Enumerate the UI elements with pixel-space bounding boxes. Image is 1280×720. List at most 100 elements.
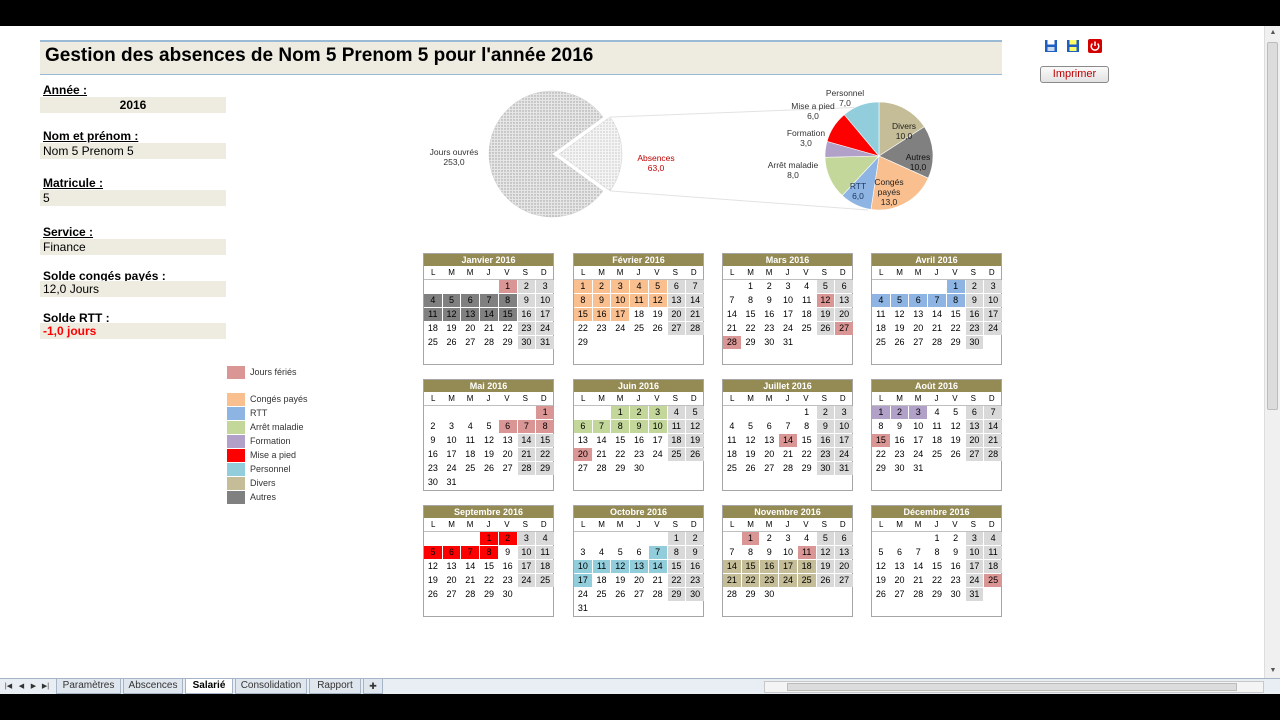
day-cell[interactable]: 24 xyxy=(649,448,667,461)
day-cell[interactable]: 24 xyxy=(443,462,461,475)
day-cell[interactable]: 30 xyxy=(686,588,704,601)
day-cell[interactable]: 23 xyxy=(816,448,835,461)
sheet-tab-parametres[interactable]: Paramètres xyxy=(56,679,121,694)
last-sheet-icon[interactable]: ▶| xyxy=(41,682,50,691)
day-cell[interactable]: 2 xyxy=(760,532,778,545)
day-cell[interactable]: 12 xyxy=(872,560,890,573)
day-cell[interactable]: 23 xyxy=(891,448,909,461)
day-cell[interactable]: 25 xyxy=(593,588,611,601)
day-cell[interactable]: 25 xyxy=(872,336,890,349)
day-cell[interactable]: 10 xyxy=(611,294,630,307)
day-cell[interactable]: 24 xyxy=(611,322,629,335)
day-cell[interactable]: 18 xyxy=(798,308,816,321)
day-cell[interactable]: 11 xyxy=(630,294,648,307)
day-cell[interactable]: 20 xyxy=(667,308,686,321)
day-cell[interactable]: 12 xyxy=(816,546,835,559)
day-cell[interactable]: 16 xyxy=(891,434,909,447)
day-cell[interactable]: 3 xyxy=(574,546,592,559)
scroll-up-icon[interactable]: ▲ xyxy=(1265,26,1280,40)
day-cell[interactable]: 29 xyxy=(536,462,554,475)
day-cell[interactable]: 29 xyxy=(742,336,760,349)
day-cell[interactable]: 5 xyxy=(742,420,760,433)
day-cell[interactable]: 17 xyxy=(965,560,984,573)
day-cell[interactable]: 30 xyxy=(630,462,648,475)
day-cell[interactable]: 9 xyxy=(760,546,778,559)
day-cell[interactable]: 11 xyxy=(461,434,479,447)
day-cell[interactable]: 7 xyxy=(928,294,946,307)
day-cell[interactable]: 3 xyxy=(517,532,536,545)
day-cell[interactable]: 28 xyxy=(928,336,946,349)
day-cell[interactable]: 25 xyxy=(928,448,946,461)
day-cell[interactable]: 13 xyxy=(574,434,592,447)
day-cell[interactable]: 8 xyxy=(611,420,630,433)
day-cell[interactable]: 1 xyxy=(928,532,946,545)
day-cell[interactable]: 19 xyxy=(816,560,835,573)
day-cell[interactable]: 8 xyxy=(872,420,890,433)
day-cell[interactable]: 12 xyxy=(891,308,909,321)
day-cell[interactable]: 9 xyxy=(947,546,965,559)
day-cell[interactable]: 20 xyxy=(835,560,853,573)
day-cell[interactable]: 18 xyxy=(630,308,648,321)
day-cell[interactable]: 16 xyxy=(686,560,704,573)
day-cell[interactable]: 1 xyxy=(798,406,816,419)
day-cell[interactable]: 6 xyxy=(835,532,853,545)
day-cell[interactable]: 26 xyxy=(686,448,704,461)
day-cell[interactable]: 4 xyxy=(928,406,946,419)
day-cell[interactable]: 2 xyxy=(424,420,442,433)
day-cell[interactable]: 6 xyxy=(574,420,592,433)
day-cell[interactable]: 28 xyxy=(593,462,611,475)
day-cell[interactable]: 8 xyxy=(480,546,498,559)
day-cell[interactable]: 15 xyxy=(947,308,965,321)
next-sheet-icon[interactable]: ▶ xyxy=(29,682,38,691)
day-cell[interactable]: 8 xyxy=(928,546,946,559)
day-cell[interactable]: 20 xyxy=(965,434,984,447)
day-cell[interactable]: 3 xyxy=(648,406,667,419)
day-cell[interactable]: 11 xyxy=(723,434,741,447)
day-cell[interactable]: 16 xyxy=(424,448,442,461)
day-cell[interactable]: 30 xyxy=(891,462,909,475)
day-cell[interactable]: 4 xyxy=(536,532,554,545)
day-cell[interactable]: 2 xyxy=(592,280,611,293)
day-cell[interactable]: 15 xyxy=(480,560,498,573)
day-cell[interactable]: 27 xyxy=(461,336,479,349)
day-cell[interactable]: 6 xyxy=(461,294,480,307)
day-cell[interactable]: 5 xyxy=(442,294,461,307)
day-cell[interactable]: 15 xyxy=(536,434,554,447)
day-cell[interactable]: 23 xyxy=(686,574,704,587)
day-cell[interactable]: 28 xyxy=(517,462,536,475)
day-cell[interactable]: 23 xyxy=(947,574,965,587)
day-cell[interactable]: 6 xyxy=(442,546,461,559)
day-cell[interactable]: 19 xyxy=(891,322,909,335)
day-cell[interactable]: 28 xyxy=(480,336,498,349)
hscroll-thumb[interactable] xyxy=(787,683,1237,691)
day-cell[interactable]: 25 xyxy=(984,574,1002,587)
day-cell[interactable]: 28 xyxy=(649,588,667,601)
day-cell[interactable]: 23 xyxy=(760,574,779,587)
day-cell[interactable]: 2 xyxy=(890,406,909,419)
day-cell[interactable]: 30 xyxy=(947,588,965,601)
day-cell[interactable]: 16 xyxy=(760,560,779,573)
day-cell[interactable]: 3 xyxy=(779,280,797,293)
day-cell[interactable]: 12 xyxy=(947,420,965,433)
day-cell[interactable]: 11 xyxy=(928,420,946,433)
day-cell[interactable]: 14 xyxy=(517,434,536,447)
day-cell[interactable]: 15 xyxy=(798,434,816,447)
day-cell[interactable]: 20 xyxy=(499,448,517,461)
day-cell[interactable]: 11 xyxy=(797,546,816,559)
day-cell[interactable]: 22 xyxy=(742,322,760,335)
day-cell[interactable]: 13 xyxy=(667,294,686,307)
insert-sheet-icon[interactable]: ✚ xyxy=(363,679,383,694)
day-cell[interactable]: 15 xyxy=(872,434,890,447)
day-cell[interactable]: 16 xyxy=(517,308,536,321)
day-cell[interactable]: 2 xyxy=(816,406,835,419)
day-cell[interactable]: 11 xyxy=(798,294,816,307)
day-cell[interactable]: 22 xyxy=(480,574,498,587)
day-cell[interactable]: 22 xyxy=(499,322,517,335)
day-cell[interactable]: 14 xyxy=(461,560,479,573)
day-cell[interactable]: 13 xyxy=(835,546,853,559)
day-cell[interactable]: 7 xyxy=(779,420,797,433)
day-cell[interactable]: 28 xyxy=(686,322,704,335)
day-cell[interactable]: 25 xyxy=(536,574,554,587)
day-cell[interactable]: 1 xyxy=(574,280,592,293)
day-cell[interactable]: 19 xyxy=(611,574,629,587)
